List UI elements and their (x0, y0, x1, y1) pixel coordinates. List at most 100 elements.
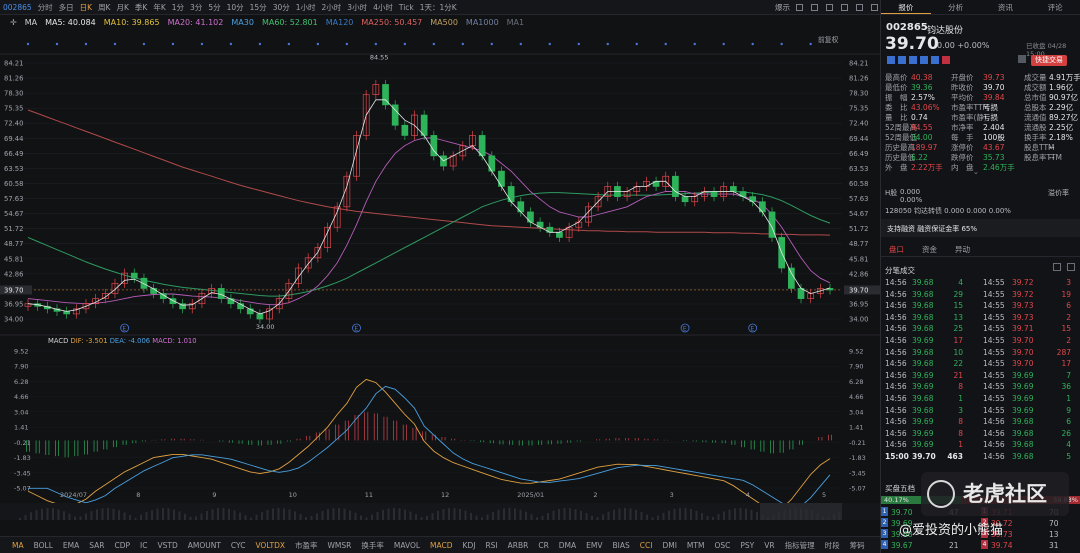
indicator-tab[interactable]: EMV (586, 541, 602, 550)
event-dot[interactable] (490, 42, 494, 46)
indicator-tab[interactable]: KDJ (463, 541, 476, 550)
quote-tab[interactable]: 报价 (881, 0, 931, 14)
event-dot[interactable] (229, 42, 233, 46)
period-tab[interactable]: 1小时 (296, 2, 316, 13)
event-dot[interactable] (403, 42, 407, 46)
indicator-tab[interactable]: BIAS (613, 541, 630, 550)
event-dot[interactable] (461, 42, 465, 46)
event-dot[interactable] (722, 42, 725, 46)
ma-item[interactable]: MA1 (507, 18, 524, 27)
event-dot[interactable] (780, 42, 783, 46)
indicator-tab[interactable]: MACD (430, 541, 452, 550)
event-dot[interactable] (519, 42, 522, 46)
indicator-tab[interactable]: WMSR (327, 541, 351, 550)
event-dot[interactable] (577, 42, 580, 46)
period-tab[interactable]: 1天：1分K (420, 2, 457, 13)
candle-body[interactable] (517, 201, 525, 213)
ticks-settings-icon[interactable] (1067, 263, 1075, 271)
candle-body[interactable] (498, 170, 505, 187)
candle-body[interactable] (256, 313, 264, 320)
period-tab[interactable]: 周K (98, 2, 110, 13)
display-menu[interactable]: 爆示 (775, 2, 790, 13)
camera-icon[interactable] (826, 3, 833, 11)
indicator-tab[interactable]: VR (764, 541, 774, 550)
indicator-tab[interactable]: RSI (485, 541, 497, 550)
indicator-tab[interactable]: DMA (559, 541, 576, 550)
expand-icon[interactable]: ⌄ (973, 168, 979, 176)
event-dot[interactable] (809, 42, 812, 46)
indicator-tab[interactable]: CDP (114, 541, 130, 550)
event-dot[interactable] (258, 42, 262, 46)
event-dot[interactable] (751, 42, 754, 46)
share-icon-3[interactable] (909, 56, 917, 64)
candle-body[interactable] (759, 201, 766, 213)
indicator-tab[interactable]: CYC (231, 541, 246, 550)
quote-tab[interactable]: 分析 (931, 0, 981, 14)
candle-body[interactable] (140, 277, 148, 289)
adjust-label[interactable]: 前复权 (818, 35, 839, 44)
overview-strip[interactable] (0, 503, 880, 520)
share-icon-4[interactable] (920, 56, 928, 64)
indicator-tab[interactable]: IC (140, 541, 147, 550)
event-dot[interactable] (287, 42, 291, 46)
candle-body[interactable] (710, 191, 718, 197)
event-dot[interactable] (345, 42, 349, 46)
indicator-tab[interactable]: OSC (714, 541, 730, 550)
candle-body[interactable] (527, 211, 534, 223)
event-dot[interactable] (55, 42, 59, 46)
event-dot[interactable] (635, 42, 638, 46)
period-tab[interactable]: 月K (116, 2, 128, 13)
kline-chart[interactable]: 84.21 84.21 81.26 81.26 78.30 78.30 75.35 75.35… (0, 30, 880, 530)
period-tab[interactable]: 4小时 (373, 2, 393, 13)
candle-body[interactable] (488, 155, 496, 172)
indicator-tab[interactable]: 时段 (825, 540, 840, 551)
candle-body[interactable] (420, 114, 428, 136)
indicator-tab[interactable]: BOLL (34, 541, 53, 550)
period-tab[interactable]: 5分 (208, 2, 220, 13)
event-dot[interactable] (142, 42, 146, 46)
share-icon-6[interactable] (942, 56, 950, 64)
chart-area[interactable]: 84.21 84.21 81.26 81.26 78.30 78.30 75.35 75.35… (0, 30, 880, 530)
indicator-tab[interactable]: VSTD (157, 541, 177, 550)
indicator-tab[interactable]: CCI (640, 541, 653, 550)
period-tab[interactable]: 1分 (172, 2, 184, 13)
event-dot[interactable] (432, 42, 436, 46)
indicator-tab[interactable]: VOLTDX (255, 541, 285, 550)
share-icon-2[interactable] (898, 56, 906, 64)
quote-tab[interactable]: 资讯 (981, 0, 1031, 14)
ticks-expand-icon[interactable] (1053, 263, 1061, 271)
period-tab[interactable]: 10分 (227, 2, 244, 13)
ma-item[interactable]: MA60: 52.801 (262, 18, 318, 27)
event-dot[interactable] (548, 42, 551, 46)
indicator-tab[interactable]: PSY (740, 541, 754, 550)
indicator-tab[interactable]: MTM (687, 541, 705, 550)
indicator-tab[interactable]: 指标管理 (785, 540, 815, 551)
event-dot[interactable] (693, 42, 696, 46)
ma-item[interactable]: MA1000 (466, 18, 499, 27)
sub-tab[interactable]: 异动 (955, 243, 970, 256)
settings-icon[interactable] (841, 3, 848, 11)
sub-tab[interactable]: 资金 (922, 243, 937, 256)
event-dot[interactable] (316, 42, 320, 46)
ma-item[interactable]: MA10: 39.865 (104, 18, 160, 27)
event-dot[interactable] (606, 42, 609, 46)
candle-body[interactable] (730, 186, 737, 192)
search-icon[interactable] (796, 3, 803, 11)
candle-body[interactable] (681, 196, 689, 203)
indicator-tab[interactable]: 市盈率 (295, 540, 318, 551)
ma-item[interactable]: MA120 (326, 18, 354, 27)
event-dot[interactable] (113, 42, 117, 46)
event-dot[interactable] (171, 42, 175, 46)
ma-item[interactable]: MA500 (430, 18, 458, 27)
indicator-tab[interactable]: 换手率 (361, 540, 384, 551)
period-tab[interactable]: 日K (80, 2, 92, 13)
period-tab[interactable]: 季K (135, 2, 147, 13)
candle-body[interactable] (556, 231, 563, 238)
compare-icon[interactable] (856, 3, 863, 11)
period-tab[interactable]: 30分 (273, 2, 290, 13)
indicator-tab[interactable]: MAVOL (394, 541, 420, 550)
ma-item[interactable]: MA250: 50.457 (361, 18, 422, 27)
candle-body[interactable] (787, 267, 795, 289)
candle-body[interactable] (478, 135, 486, 157)
candle-body[interactable] (217, 288, 225, 299)
